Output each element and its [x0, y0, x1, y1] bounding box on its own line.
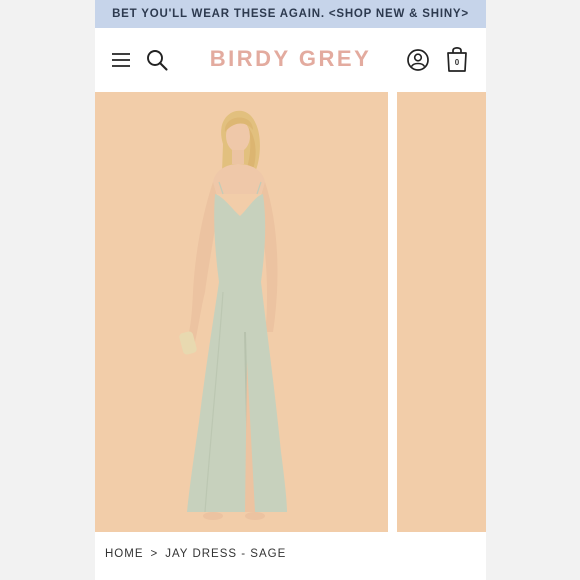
breadcrumb-home-link[interactable]: HOME — [105, 548, 144, 560]
site-header: BIRDY GREY 0 — [95, 28, 486, 92]
cart-count-badge: 0 — [454, 58, 460, 67]
user-icon[interactable] — [406, 48, 430, 72]
promo-banner[interactable]: BET YOU'LL WEAR THESE AGAIN. <SHOP NEW &… — [95, 0, 486, 28]
breadcrumb-current: JAY DRESS - SAGE — [165, 548, 287, 560]
product-image-main[interactable] — [95, 92, 388, 532]
cart-button[interactable]: 0 — [445, 45, 469, 73]
product-image-next[interactable] — [397, 92, 486, 532]
model-in-sage-dress-image — [179, 110, 287, 520]
promo-banner-text[interactable]: BET YOU'LL WEAR THESE AGAIN. <SHOP NEW &… — [112, 8, 469, 20]
breadcrumb: HOME > JAY DRESS - SAGE — [105, 548, 286, 560]
breadcrumb-separator: > — [150, 548, 159, 560]
product-image-gallery[interactable] — [95, 92, 486, 532]
mobile-page: BET YOU'LL WEAR THESE AGAIN. <SHOP NEW &… — [95, 0, 486, 580]
